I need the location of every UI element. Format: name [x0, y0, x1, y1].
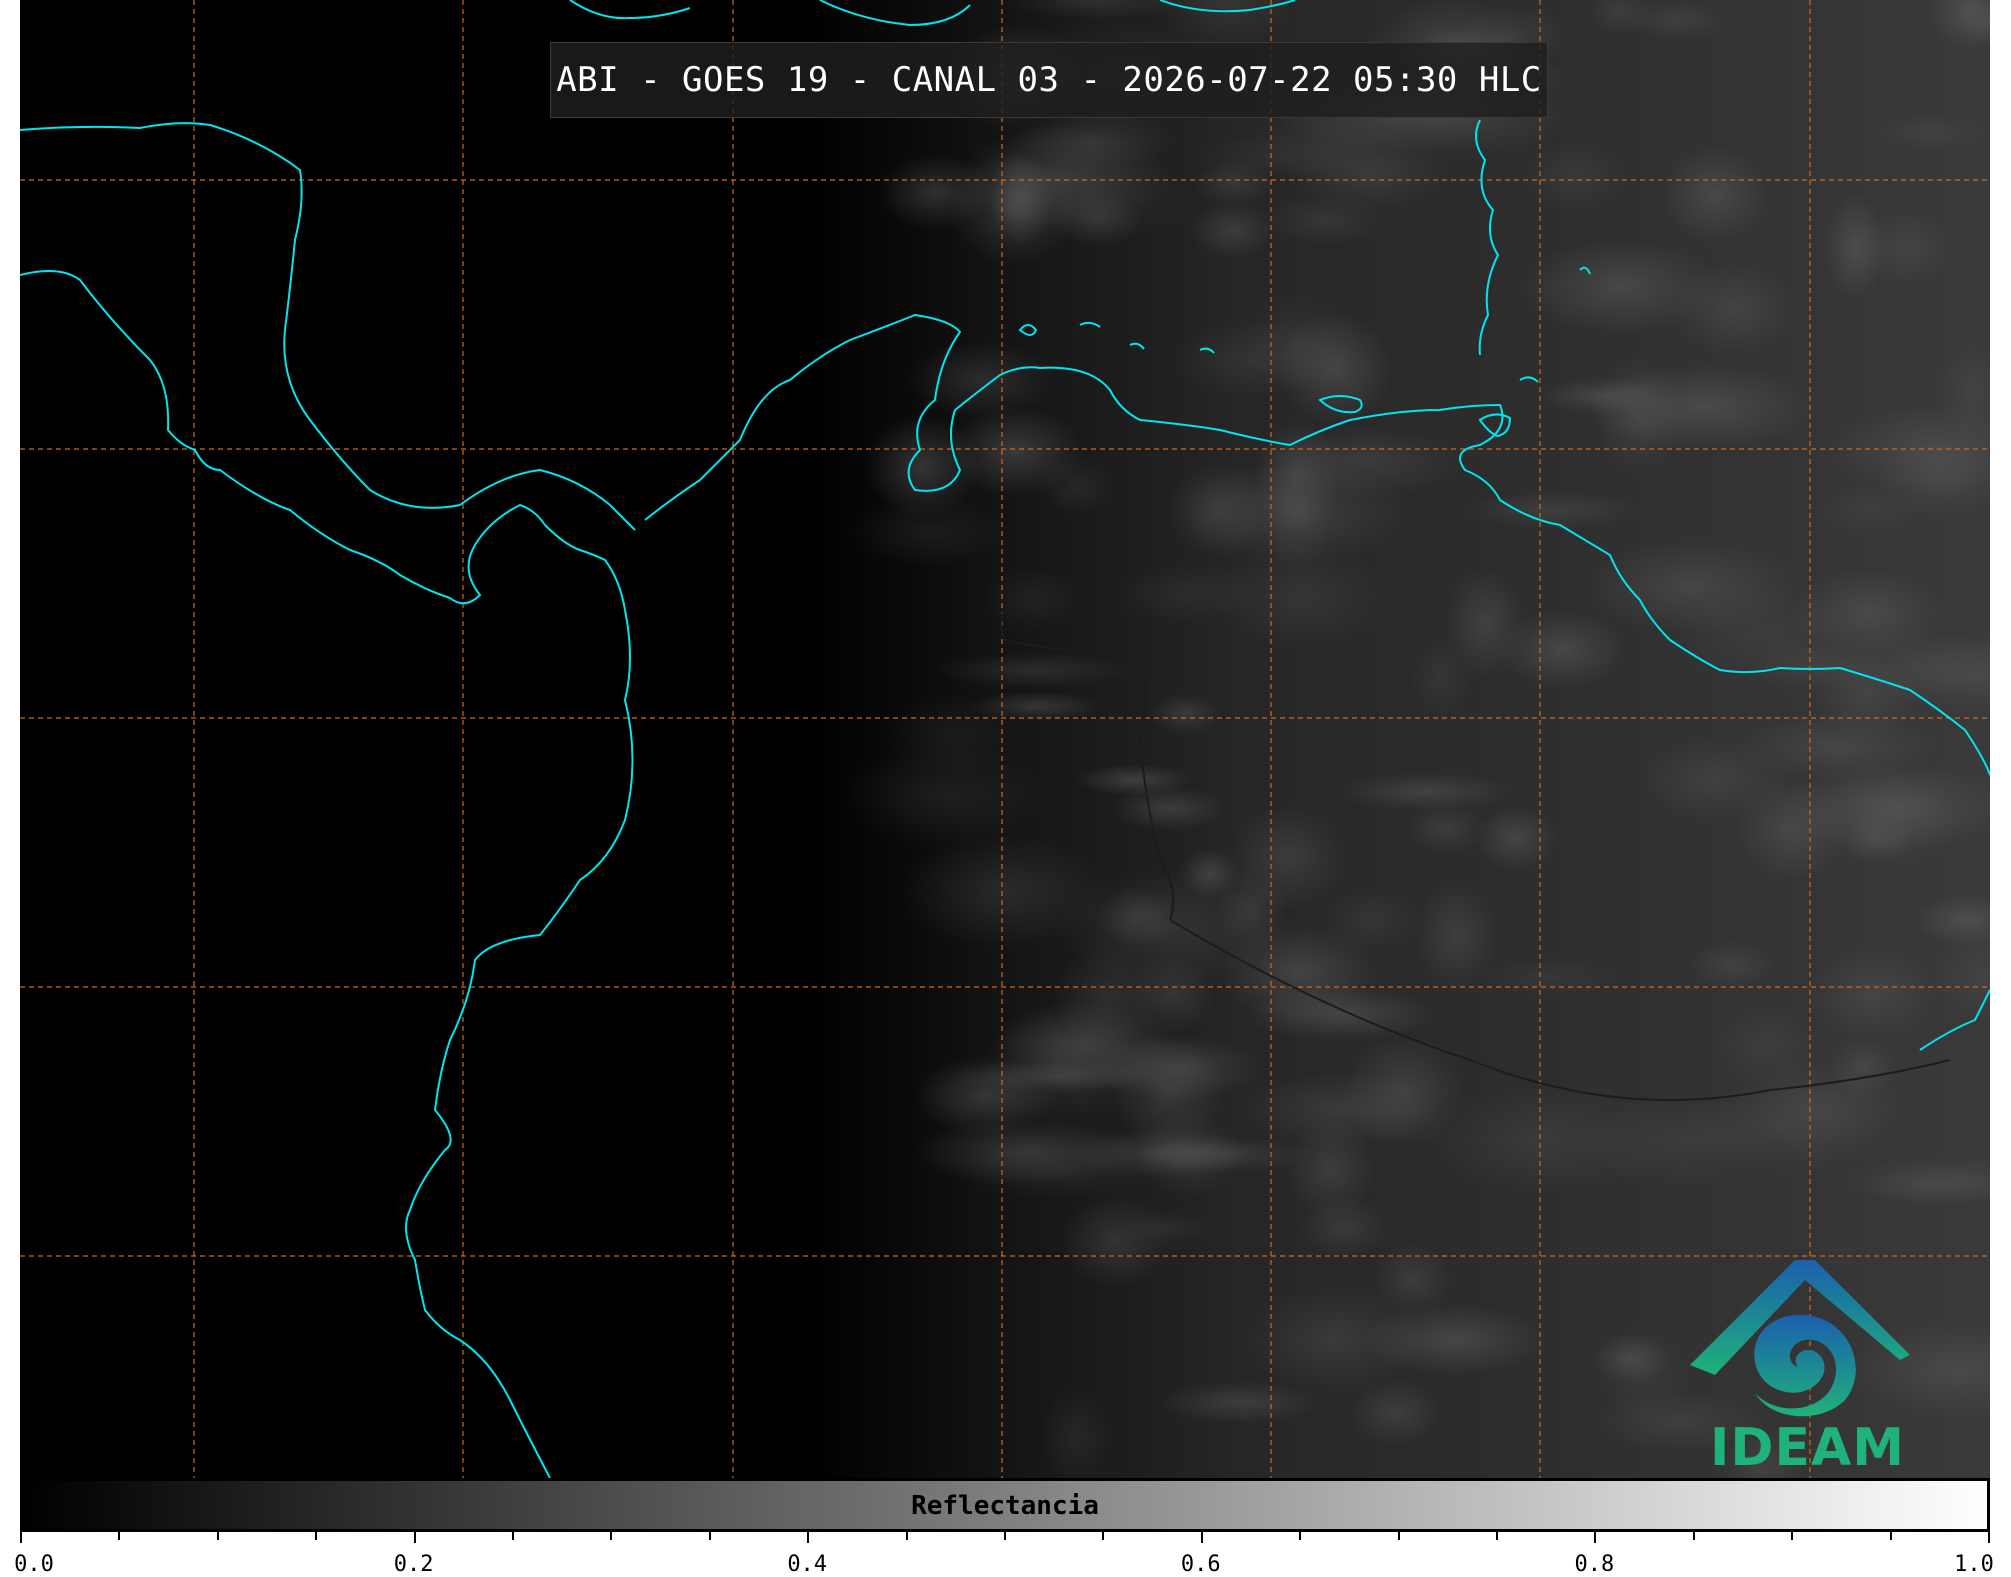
major-tick — [1988, 1532, 1990, 1543]
minor-tick — [118, 1532, 121, 1540]
minor-tick — [1299, 1532, 1302, 1540]
cloud-patch — [1241, 1285, 1426, 1393]
cloud-patch — [1212, 542, 1391, 652]
cloud-patch — [1285, 1118, 1376, 1220]
cloud-patch — [1413, 879, 1500, 991]
minor-tick — [216, 1532, 219, 1540]
major-tick — [413, 1532, 416, 1543]
cloud-patch — [1473, 957, 1622, 996]
minor-tick — [1692, 1532, 1695, 1540]
cloud-patch — [1037, 456, 1118, 517]
colorbar: Reflectancia — [20, 1478, 1990, 1532]
cloud-patch — [1411, 634, 1472, 721]
cloud-patch — [1597, 1324, 1691, 1423]
cloud-patch — [1097, 887, 1179, 946]
cloud-patch — [1807, 769, 1961, 869]
cloud-patch — [1149, 693, 1222, 735]
cloud-patch — [1689, 939, 1775, 991]
cloud-patch — [881, 694, 1021, 775]
minor-tick — [708, 1532, 711, 1540]
cloud-patch — [1075, 763, 1193, 796]
cloud-patch — [898, 833, 1110, 950]
colorbar-ticks: 0.0 0.2 0.4 0.6 0.8 1.0 — [14, 1532, 1994, 1577]
tick-label: 0.8 — [1574, 1552, 1615, 1577]
cloud-patch — [1519, 239, 1722, 334]
minor-tick — [1102, 1532, 1105, 1540]
cloud-patch — [1286, 125, 1451, 214]
cloud-patch — [1660, 145, 1770, 245]
minor-tick — [1004, 1532, 1006, 1540]
tick-label: 0.4 — [787, 1552, 828, 1577]
minor-tick — [905, 1532, 908, 1540]
cloud-patch — [1589, 363, 1817, 451]
cloud-patch — [1192, 159, 1275, 206]
minor-tick — [1791, 1532, 1794, 1540]
tick-label: 0.2 — [393, 1552, 434, 1577]
cloud-patch — [982, 565, 1083, 632]
major-tick — [1594, 1532, 1597, 1543]
cloud-patch — [1318, 884, 1425, 955]
title-panel: ABI - GOES 19 - CANAL 03 - 2026-07-22 05… — [550, 42, 1548, 118]
tick-label: 1.0 — [1954, 1552, 1994, 1577]
cloud-patch — [1581, 1094, 1775, 1188]
major-tick — [1200, 1532, 1203, 1543]
cloud-patch — [1227, 803, 1349, 911]
colorbar-label: Reflectancia — [911, 1491, 1099, 1521]
satellite-map: ABI - GOES 19 - CANAL 03 - 2026-07-22 05… — [20, 0, 1990, 1478]
cloud-patch — [932, 652, 1129, 689]
major-tick — [807, 1532, 810, 1543]
minor-tick — [512, 1532, 514, 1540]
cloud-patch — [1474, 805, 1557, 871]
cloud-patch — [1059, 1194, 1173, 1288]
cloud-patch — [1582, 538, 1801, 634]
cloud-patch — [1277, 312, 1394, 426]
tick-label: 0.6 — [1180, 1552, 1221, 1577]
cloud-patch — [1257, 426, 1465, 498]
cloud-patch — [1051, 945, 1165, 1048]
cloud-patch — [987, 152, 1195, 243]
tick-label: 0.0 — [14, 1552, 54, 1577]
major-tick — [20, 1532, 22, 1543]
cloud-patch — [1189, 202, 1275, 259]
minor-tick — [1397, 1532, 1400, 1540]
cloud-patch — [1521, 139, 1627, 213]
map-title: ABI - GOES 19 - CANAL 03 - 2026-07-22 05… — [556, 60, 1542, 100]
cloud-patch — [1867, 113, 1990, 151]
ideam-logo-text: IDEAM — [1710, 1418, 1906, 1478]
cloud-patch — [1810, 944, 1936, 1042]
cloud-patch — [863, 414, 981, 519]
minor-tick — [1496, 1532, 1498, 1540]
minor-tick — [610, 1532, 613, 1540]
cloud-patch — [912, 1118, 1140, 1185]
minor-tick — [315, 1532, 318, 1540]
cloud-patch — [1333, 772, 1516, 811]
minor-tick — [1889, 1532, 1892, 1540]
cloud-patch — [1858, 210, 1952, 286]
cloud-patch — [1734, 712, 1939, 781]
